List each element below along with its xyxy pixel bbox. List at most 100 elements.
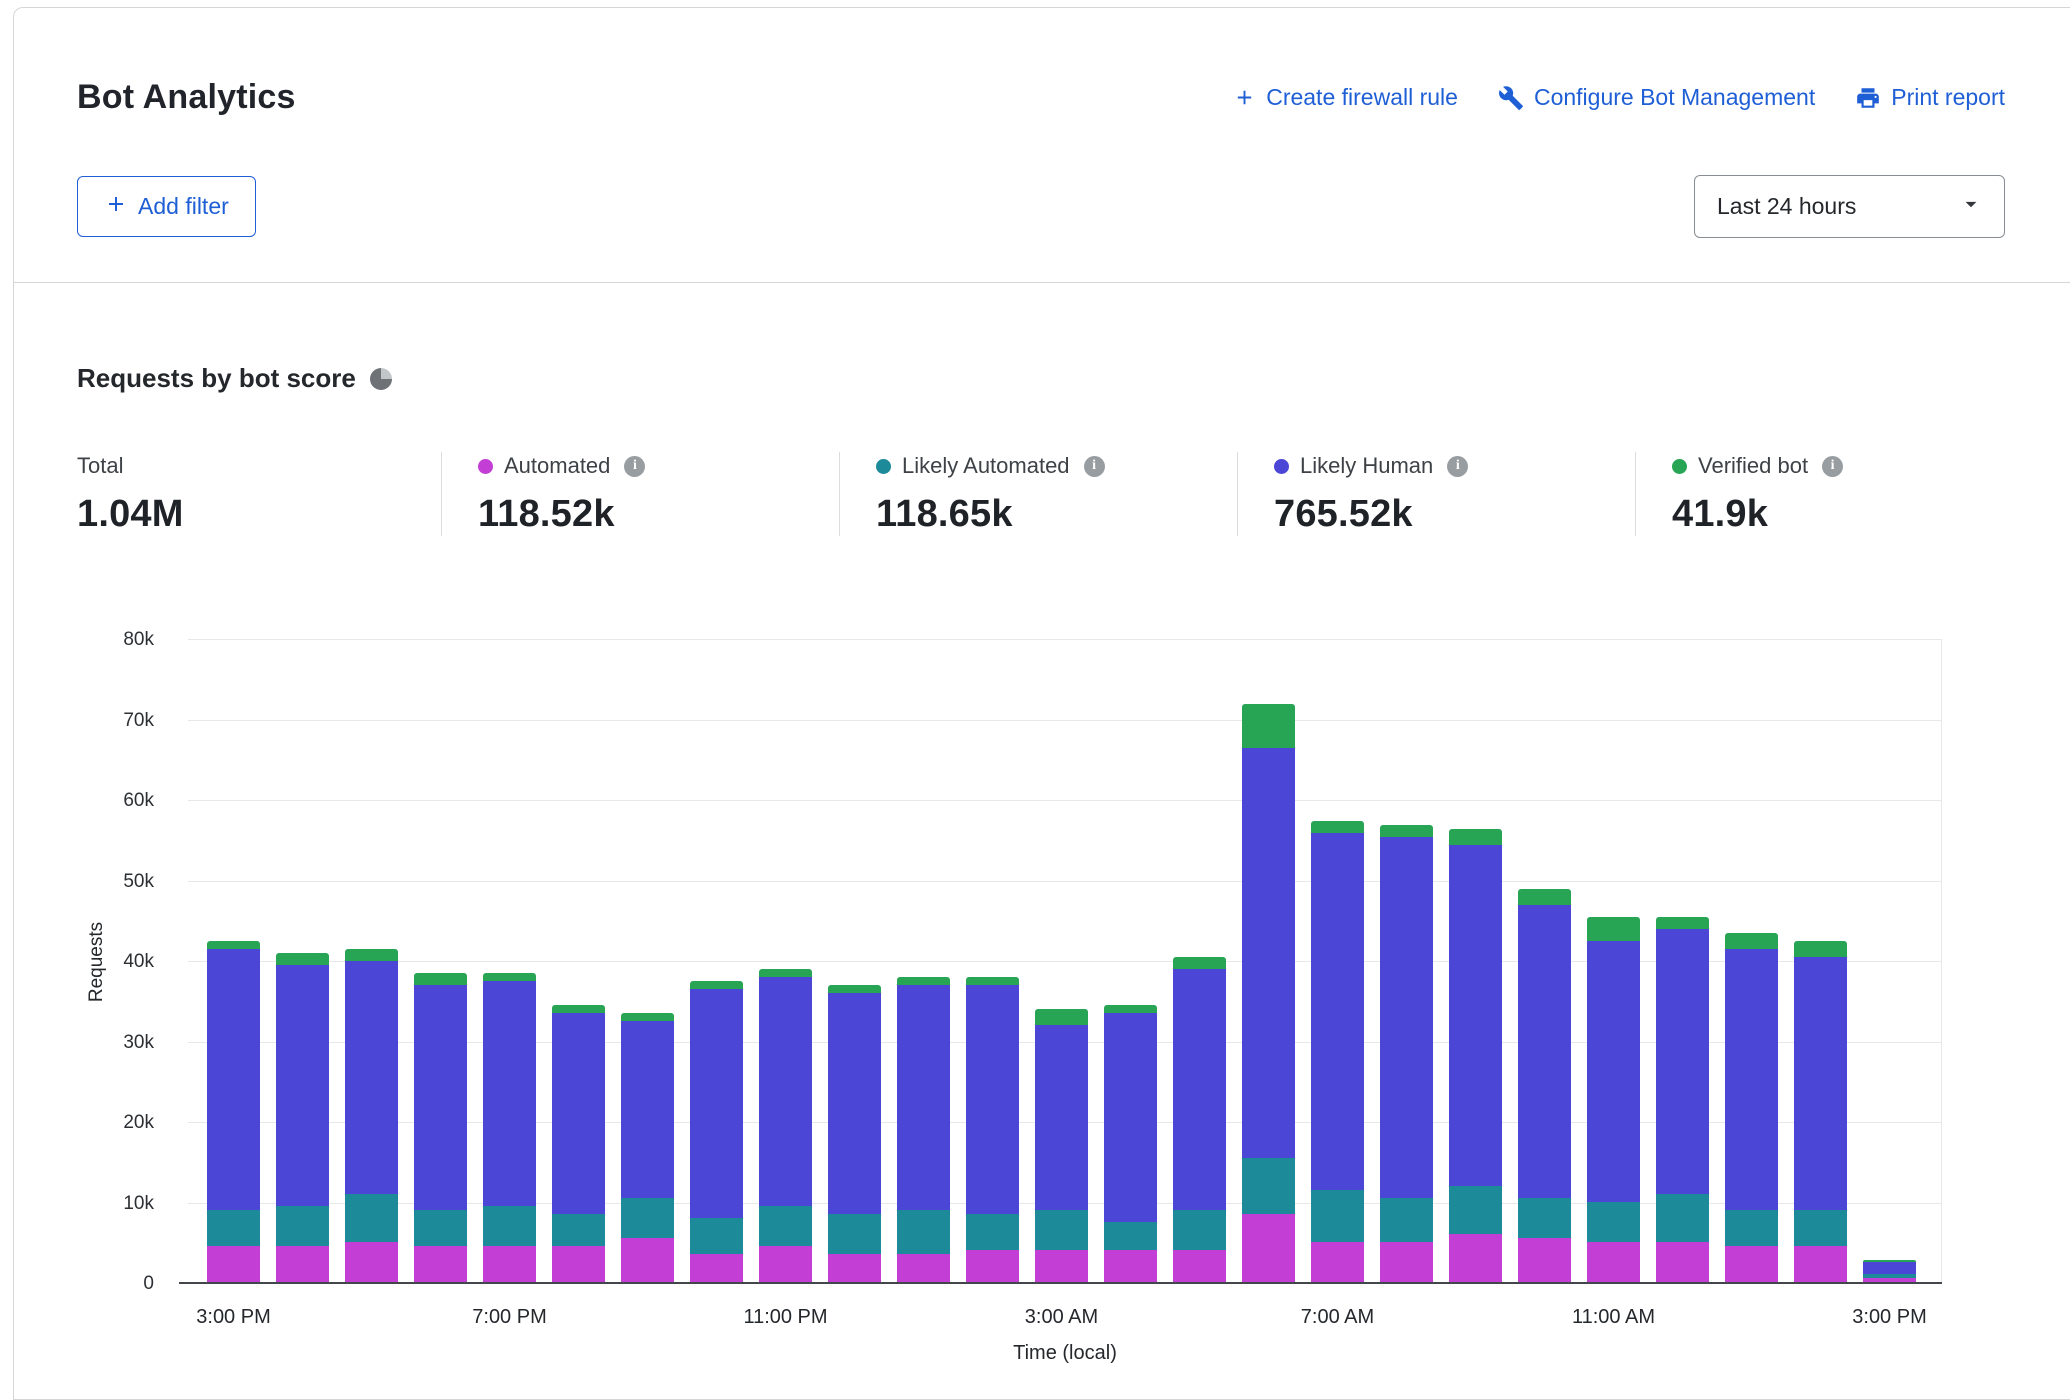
- y-tick-label: 0: [143, 1273, 154, 1295]
- bar-segment-verified-bot: [966, 977, 1019, 985]
- bar-segment-automated: [1725, 1246, 1778, 1282]
- bar-segment-likely-human: [1311, 833, 1364, 1190]
- x-tick-slot: [1380, 1306, 1433, 1330]
- bar-segment-likely-automated: [1587, 1202, 1640, 1242]
- plot-area[interactable]: [188, 640, 1942, 1284]
- bar[interactable]: [345, 640, 398, 1282]
- bar-segment-automated: [1656, 1242, 1709, 1282]
- bar-segment-likely-automated: [1035, 1210, 1088, 1250]
- bar-segment-verified-bot: [276, 953, 329, 965]
- stat-value: 118.52k: [478, 493, 839, 536]
- bar[interactable]: [1035, 640, 1088, 1282]
- bar[interactable]: [1311, 640, 1364, 1282]
- bar[interactable]: [1380, 640, 1433, 1282]
- print-report-link[interactable]: Print report: [1855, 84, 2005, 111]
- bar-segment-likely-human: [966, 985, 1019, 1214]
- x-tick-slot: [1173, 1306, 1226, 1330]
- bar[interactable]: [897, 640, 950, 1282]
- add-filter-button[interactable]: Add filter: [77, 176, 256, 237]
- zero-tick: [179, 1282, 188, 1284]
- bar-segment-automated: [207, 1246, 260, 1282]
- bar[interactable]: [1863, 640, 1916, 1282]
- bar-segment-likely-automated: [276, 1206, 329, 1246]
- bar-segment-verified-bot: [1242, 704, 1295, 748]
- bar-segment-automated: [759, 1246, 812, 1282]
- configure-bot-management-link[interactable]: Configure Bot Management: [1498, 84, 1815, 111]
- bar-segment-likely-automated: [1380, 1198, 1433, 1242]
- bar[interactable]: [207, 640, 260, 1282]
- bar-segment-likely-human: [1173, 969, 1226, 1210]
- x-tick-slot: [1449, 1306, 1502, 1330]
- bar[interactable]: [1794, 640, 1847, 1282]
- bar[interactable]: [621, 640, 674, 1282]
- stats-row: Total 1.04M Automated i 118.52k Likely A…: [77, 452, 2070, 536]
- stat-value: 765.52k: [1274, 493, 1635, 536]
- bar[interactable]: [690, 640, 743, 1282]
- bar-segment-automated: [1035, 1250, 1088, 1282]
- bar[interactable]: [828, 640, 881, 1282]
- y-tick-label: 80k: [123, 629, 154, 651]
- x-tick-slot: 3:00 AM: [1035, 1306, 1088, 1330]
- bar-segment-likely-automated: [897, 1210, 950, 1254]
- info-icon[interactable]: i: [1822, 456, 1843, 477]
- section-title: Requests by bot score: [77, 363, 356, 394]
- bar-segment-likely-human: [483, 981, 536, 1206]
- card-header: Bot Analytics Create firewall rule Confi…: [14, 8, 2070, 283]
- bar[interactable]: [1449, 640, 1502, 1282]
- bot-analytics-card: Bot Analytics Create firewall rule Confi…: [13, 7, 2070, 1400]
- info-icon[interactable]: i: [1447, 456, 1468, 477]
- bar[interactable]: [1242, 640, 1295, 1282]
- bar[interactable]: [966, 640, 1019, 1282]
- bar-segment-verified-bot: [1518, 889, 1571, 905]
- bar[interactable]: [1656, 640, 1709, 1282]
- y-tick-label: 20k: [123, 1112, 154, 1134]
- bar[interactable]: [276, 640, 329, 1282]
- action-label: Print report: [1891, 84, 2005, 111]
- x-tick-slot: [276, 1306, 329, 1330]
- info-icon[interactable]: i: [624, 456, 645, 477]
- bar[interactable]: [1104, 640, 1157, 1282]
- bar[interactable]: [483, 640, 536, 1282]
- bar-segment-likely-human: [1794, 957, 1847, 1210]
- y-tick-label: 40k: [123, 951, 154, 973]
- bar[interactable]: [1173, 640, 1226, 1282]
- bar[interactable]: [552, 640, 605, 1282]
- add-filter-label: Add filter: [138, 193, 229, 220]
- x-tick-slot: [1725, 1306, 1778, 1330]
- bar-segment-automated: [1587, 1242, 1640, 1282]
- bar[interactable]: [414, 640, 467, 1282]
- bar-segment-verified-bot: [828, 985, 881, 993]
- bar[interactable]: [1725, 640, 1778, 1282]
- stat-total: Total 1.04M: [77, 452, 441, 536]
- plus-icon: [104, 192, 128, 222]
- bar[interactable]: [759, 640, 812, 1282]
- stat-label: Likely Automated: [902, 453, 1070, 479]
- time-range-select[interactable]: Last 24 hours: [1694, 175, 2005, 238]
- bar-segment-likely-automated: [207, 1210, 260, 1246]
- bar-segment-verified-bot: [1725, 933, 1778, 949]
- x-tick-slot: [345, 1306, 398, 1330]
- create-firewall-rule-link[interactable]: Create firewall rule: [1233, 84, 1458, 111]
- x-tick-slot: [414, 1306, 467, 1330]
- bar[interactable]: [1518, 640, 1571, 1282]
- x-axis-ticks: 3:00 PM7:00 PM11:00 PM3:00 AM7:00 AM11:0…: [188, 1306, 1942, 1330]
- x-tick-label: 7:00 PM: [472, 1306, 546, 1329]
- x-axis-line: [188, 1282, 1942, 1284]
- bar-segment-likely-human: [828, 993, 881, 1214]
- bar-segment-likely-human: [621, 1021, 674, 1198]
- legend-dot-verified-bot: [1672, 459, 1687, 474]
- legend-dot-likely-automated: [876, 459, 891, 474]
- header-actions: Create firewall rule Configure Bot Manag…: [1233, 84, 2005, 111]
- bar-segment-likely-automated: [1725, 1210, 1778, 1246]
- bar-segment-verified-bot: [1587, 917, 1640, 941]
- bar-segment-likely-human: [345, 961, 398, 1194]
- info-icon[interactable]: i: [1084, 456, 1105, 477]
- x-tick-slot: [552, 1306, 605, 1330]
- bar-segment-verified-bot: [1794, 941, 1847, 957]
- x-tick-slot: [690, 1306, 743, 1330]
- bar-segment-automated: [483, 1246, 536, 1282]
- bar-segment-likely-human: [414, 985, 467, 1210]
- bar[interactable]: [1587, 640, 1640, 1282]
- bar-segment-likely-human: [207, 949, 260, 1210]
- bar-segment-likely-human: [1587, 941, 1640, 1202]
